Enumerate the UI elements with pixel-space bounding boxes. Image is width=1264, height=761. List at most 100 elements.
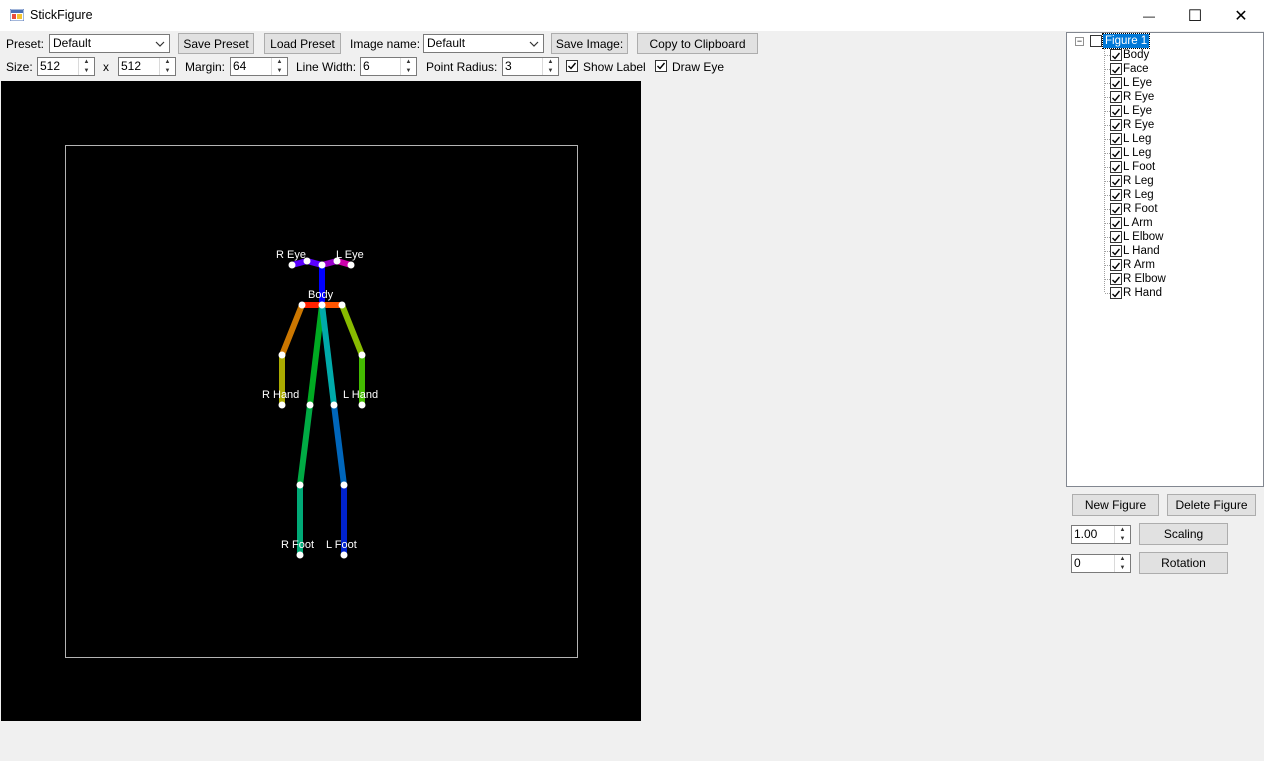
spin-buttons[interactable]: ▲ ▼ bbox=[78, 58, 94, 75]
tree-item[interactable]: L Hand bbox=[1123, 244, 1160, 258]
spin-down-icon[interactable]: ▼ bbox=[79, 67, 94, 76]
line-width-input[interactable]: 6 ▲ ▼ bbox=[360, 57, 417, 76]
tree-item-checkbox[interactable] bbox=[1110, 49, 1122, 61]
size-width-input[interactable]: 512 ▲ ▼ bbox=[37, 57, 95, 76]
tree-item[interactable]: R Arm bbox=[1123, 258, 1155, 272]
scaling-button[interactable]: Scaling bbox=[1139, 523, 1228, 545]
spin-buttons[interactable]: ▲ ▼ bbox=[159, 58, 175, 75]
tree-item[interactable]: L Arm bbox=[1123, 216, 1153, 230]
tree-root-checkbox[interactable] bbox=[1090, 35, 1102, 47]
tree-item-checkbox[interactable] bbox=[1110, 77, 1122, 89]
point-r-shoulder[interactable] bbox=[298, 301, 306, 309]
collapse-toggle[interactable]: − bbox=[1075, 37, 1084, 46]
spin-down-icon[interactable]: ▼ bbox=[1115, 535, 1130, 544]
tree-item-checkbox[interactable] bbox=[1110, 63, 1122, 75]
spin-down-icon[interactable]: ▼ bbox=[272, 67, 287, 76]
show-label-text[interactable]: Show Label bbox=[583, 60, 646, 74]
draw-eye-text[interactable]: Draw Eye bbox=[672, 60, 724, 74]
point-r-foot[interactable] bbox=[296, 551, 304, 559]
spin-up-icon[interactable]: ▲ bbox=[79, 58, 94, 67]
new-figure-button[interactable]: New Figure bbox=[1072, 494, 1159, 516]
tree-item-checkbox[interactable] bbox=[1110, 119, 1122, 131]
draw-eye-checkbox[interactable] bbox=[655, 60, 667, 72]
tree-item[interactable]: R Foot bbox=[1123, 202, 1158, 216]
tree-item-checkbox[interactable] bbox=[1110, 203, 1122, 215]
spin-buttons[interactable]: ▲ ▼ bbox=[1114, 526, 1130, 543]
spin-buttons[interactable]: ▲ ▼ bbox=[271, 58, 287, 75]
spin-buttons[interactable]: ▲ ▼ bbox=[400, 58, 416, 75]
point-l-hand[interactable] bbox=[358, 401, 366, 409]
minimize-button[interactable]: — bbox=[1126, 0, 1172, 31]
tree-item-checkbox[interactable] bbox=[1110, 147, 1122, 159]
stick-figure-drawing[interactable]: R Eye L Eye Body R Hand L Hand R Foot L … bbox=[1, 81, 641, 721]
tree-item-checkbox[interactable] bbox=[1110, 91, 1122, 103]
size-height-input[interactable]: 512 ▲ ▼ bbox=[118, 57, 176, 76]
point-l-elbow[interactable] bbox=[358, 351, 366, 359]
copy-to-clipboard-button[interactable]: Copy to Clipboard bbox=[637, 33, 758, 54]
point-l-knee[interactable] bbox=[340, 481, 348, 489]
point-l-hip[interactable] bbox=[330, 401, 338, 409]
tree-item[interactable]: R Eye bbox=[1123, 118, 1154, 132]
maximize-button[interactable]: ☐ bbox=[1172, 0, 1218, 31]
tree-item[interactable]: L Leg bbox=[1123, 132, 1151, 146]
tree-item[interactable]: L Eye bbox=[1123, 76, 1152, 90]
spin-up-icon[interactable]: ▲ bbox=[401, 58, 416, 67]
tree-item[interactable]: Face bbox=[1123, 62, 1149, 76]
preset-select[interactable]: Default bbox=[49, 34, 170, 53]
save-image-button[interactable]: Save Image: bbox=[551, 33, 628, 54]
point-r-elbow[interactable] bbox=[278, 351, 286, 359]
tree-item-checkbox[interactable] bbox=[1110, 189, 1122, 201]
spin-up-icon[interactable]: ▲ bbox=[1115, 555, 1130, 564]
point-l-eye[interactable] bbox=[347, 261, 355, 269]
spin-down-icon[interactable]: ▼ bbox=[543, 67, 558, 76]
point-r-hip[interactable] bbox=[306, 401, 314, 409]
show-label-checkbox[interactable] bbox=[566, 60, 578, 72]
tree-item-checkbox[interactable] bbox=[1110, 231, 1122, 243]
tree-root-figure[interactable]: Figure 1 bbox=[1101, 33, 1151, 49]
tree-item-checkbox[interactable] bbox=[1110, 105, 1122, 117]
point-body[interactable] bbox=[318, 301, 326, 309]
tree-item[interactable]: Body bbox=[1123, 48, 1149, 62]
figure-tree[interactable]: − Figure 1 Body Face L Eye R Eye L Eye R Eye L… bbox=[1066, 32, 1264, 487]
tree-item[interactable]: R Elbow bbox=[1123, 272, 1166, 286]
spin-up-icon[interactable]: ▲ bbox=[160, 58, 175, 67]
tree-item[interactable]: L Eye bbox=[1123, 104, 1152, 118]
point-r-eye[interactable] bbox=[288, 261, 296, 269]
tree-item[interactable]: R Hand bbox=[1123, 286, 1162, 300]
tree-item[interactable]: R Leg bbox=[1123, 188, 1154, 202]
tree-item-checkbox[interactable] bbox=[1110, 245, 1122, 257]
tree-item-checkbox[interactable] bbox=[1110, 259, 1122, 271]
tree-item-checkbox[interactable] bbox=[1110, 133, 1122, 145]
spin-down-icon[interactable]: ▼ bbox=[160, 67, 175, 76]
spin-up-icon[interactable]: ▲ bbox=[272, 58, 287, 67]
point-l-shoulder[interactable] bbox=[338, 301, 346, 309]
point-r-knee[interactable] bbox=[296, 481, 304, 489]
rotation-input[interactable]: 0 ▲ ▼ bbox=[1071, 554, 1131, 573]
image-name-select[interactable]: Default bbox=[423, 34, 544, 53]
close-button[interactable]: ✕ bbox=[1218, 0, 1264, 31]
point-l-foot[interactable] bbox=[340, 551, 348, 559]
spin-down-icon[interactable]: ▼ bbox=[1115, 564, 1130, 573]
load-preset-button[interactable]: Load Preset bbox=[264, 33, 341, 54]
spin-buttons[interactable]: ▲ ▼ bbox=[542, 58, 558, 75]
tree-item[interactable]: L Leg bbox=[1123, 146, 1151, 160]
tree-item-checkbox[interactable] bbox=[1110, 273, 1122, 285]
rotation-button[interactable]: Rotation bbox=[1139, 552, 1228, 574]
point-nose[interactable] bbox=[318, 261, 326, 269]
point-r-hand[interactable] bbox=[278, 401, 286, 409]
save-preset-button[interactable]: Save Preset bbox=[178, 33, 254, 54]
delete-figure-button[interactable]: Delete Figure bbox=[1167, 494, 1256, 516]
tree-item[interactable]: L Foot bbox=[1123, 160, 1155, 174]
tree-item-checkbox[interactable] bbox=[1110, 287, 1122, 299]
tree-item-checkbox[interactable] bbox=[1110, 161, 1122, 173]
margin-input[interactable]: 64 ▲ ▼ bbox=[230, 57, 288, 76]
figure-canvas[interactable]: R Eye L Eye Body R Hand L Hand R Foot L … bbox=[1, 81, 641, 721]
tree-item[interactable]: L Elbow bbox=[1123, 230, 1164, 244]
tree-item-checkbox[interactable] bbox=[1110, 217, 1122, 229]
spin-up-icon[interactable]: ▲ bbox=[543, 58, 558, 67]
tree-item[interactable]: R Leg bbox=[1123, 174, 1154, 188]
point-radius-input[interactable]: 3 ▲ ▼ bbox=[502, 57, 559, 76]
scale-input[interactable]: 1.00 ▲ ▼ bbox=[1071, 525, 1131, 544]
spin-down-icon[interactable]: ▼ bbox=[401, 67, 416, 76]
tree-item[interactable]: R Eye bbox=[1123, 90, 1154, 104]
